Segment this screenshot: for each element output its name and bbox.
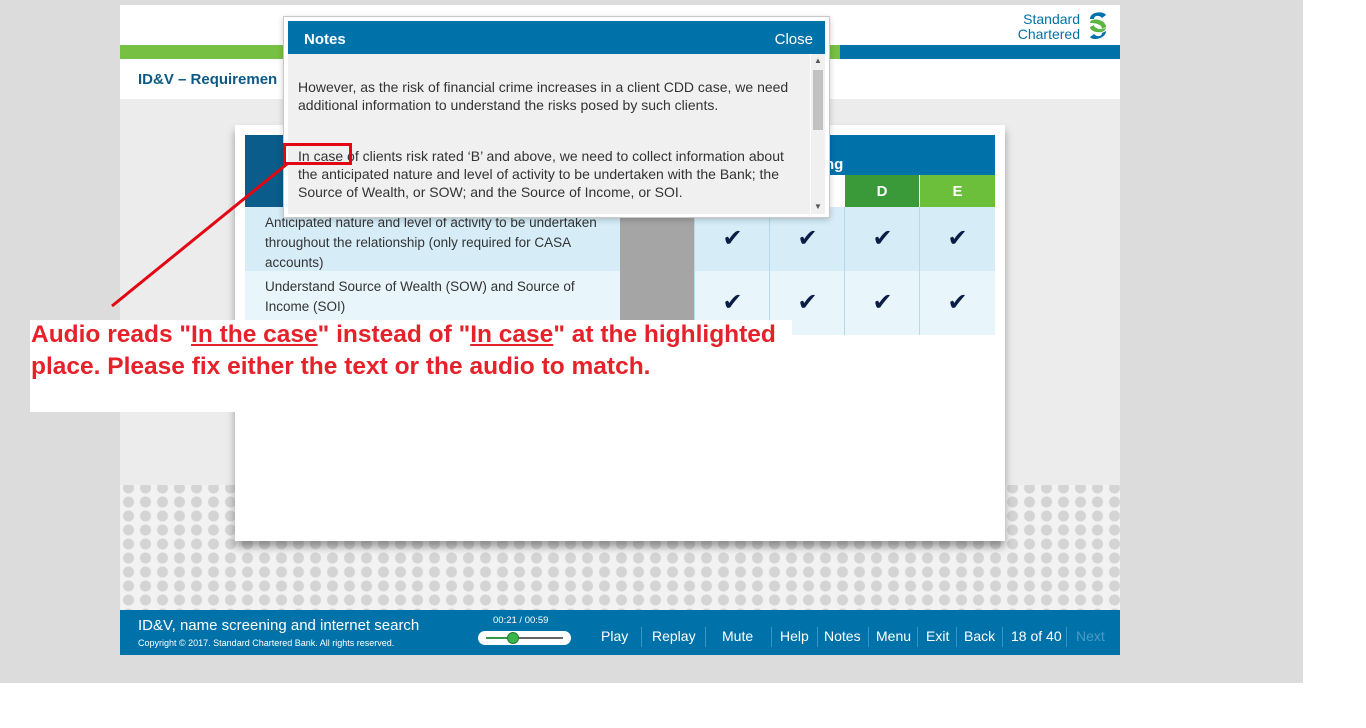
annotation-text: Audio reads " bbox=[31, 321, 192, 348]
annotation-text: " instead of " bbox=[317, 321, 471, 348]
annotation-term-audio: In the case bbox=[191, 321, 318, 348]
review-annotation: Audio reads "In the case" instead of "In… bbox=[31, 319, 801, 383]
annotation-term-text: In case bbox=[470, 321, 554, 348]
